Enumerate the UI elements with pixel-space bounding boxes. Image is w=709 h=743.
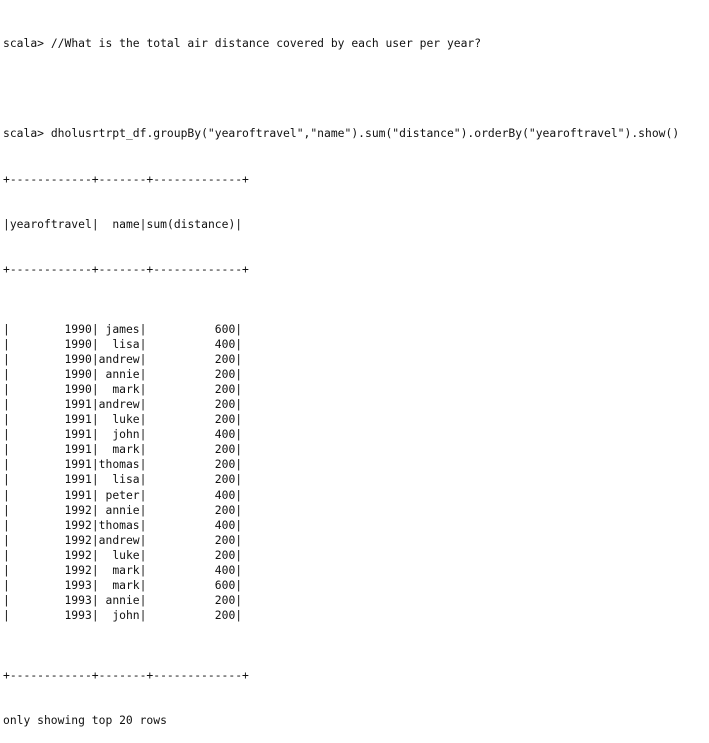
table-row: | 1991| luke| 200| [3,412,243,427]
cell-name: thomas [98,457,140,472]
table-row: | 1990| annie| 200| [3,367,243,382]
table-row: | 1991| lisa| 200| [3,472,243,487]
cell-name: lisa [98,337,140,352]
cell-sum-distance: 400 [146,337,236,352]
cell-sum-distance: 200 [146,352,236,367]
table-row: | 1993| annie| 200| [3,592,243,607]
table-row: | 1990| mark| 200| [3,382,243,397]
header-yearoftravel: yearoftravel [9,216,92,231]
cell-sum-distance: 200 [146,472,236,487]
table-row: | 1991|thomas| 200| [3,457,243,472]
cell-yearoftravel: 1991 [9,397,92,412]
table-row: | 1993| john| 200| [3,607,243,622]
cell-yearoftravel: 1993 [9,607,92,622]
table-row: | 1991| peter| 400| [3,487,243,502]
cell-yearoftravel: 1991 [9,457,92,472]
cell-name: mark [98,562,140,577]
cell-name: mark [98,577,140,592]
table-row: | 1992| luke| 200| [3,547,243,562]
cell-sum-distance: 200 [146,532,236,547]
cell-sum-distance: 600 [146,577,236,592]
table-border-header: +------------+-------+-------------+ [3,261,249,276]
cell-name: mark [98,442,140,457]
table-row: | 1992| mark| 400| [3,562,243,577]
cell-name: luke [98,547,140,562]
cell-name: annie [98,502,140,517]
cell-yearoftravel: 1991 [9,427,92,442]
cell-yearoftravel: 1990 [9,367,92,382]
cell-sum-distance: 400 [146,517,236,532]
cell-sum-distance: 200 [146,412,236,427]
cell-name: annie [98,592,140,607]
cell-sum-distance: 200 [146,457,236,472]
cell-name: peter [98,487,140,502]
cell-name: john [98,607,140,622]
cell-name: john [98,427,140,442]
cell-yearoftravel: 1990 [9,382,92,397]
table-row: | 1991| john| 400| [3,427,243,442]
table-row: | 1990| james| 600| [3,321,243,336]
cell-yearoftravel: 1991 [9,472,92,487]
table-row: | 1990|andrew| 200| [3,352,243,367]
cell-yearoftravel: 1991 [9,442,92,457]
cell-yearoftravel: 1992 [9,517,92,532]
prompt-label: scala> [3,126,44,141]
cell-name: andrew [98,352,140,367]
prompt-label: scala> [3,36,44,51]
comment-command: //What is the total air distance covered… [50,36,482,51]
cell-yearoftravel: 1990 [9,337,92,352]
header-sum-distance: sum(distance) [146,216,236,231]
cell-sum-distance: 400 [146,487,236,502]
cell-name: james [98,321,140,336]
cell-sum-distance: 200 [146,607,236,622]
cell-sum-distance: 200 [146,592,236,607]
cell-name: lisa [98,472,140,487]
cell-yearoftravel: 1990 [9,352,92,367]
cell-name: thomas [98,517,140,532]
terminal-output[interactable]: scala> //What is the total air distance … [3,6,707,743]
header-name-pad [99,217,113,231]
cell-yearoftravel: 1993 [9,592,92,607]
cell-sum-distance: 400 [146,562,236,577]
cell-sum-distance: 200 [146,502,236,517]
cell-sum-distance: 200 [146,547,236,562]
table-row: | 1990| lisa| 400| [3,337,243,352]
table-row: | 1993| mark| 600| [3,577,243,592]
cell-yearoftravel: 1992 [9,532,92,547]
table-border-bottom: +------------+-------+-------------+ [3,668,249,683]
rows-shown-note: only showing top 20 rows [3,713,167,728]
query-command: dholusrtrpt_df.groupBy("yearoftravel","n… [50,126,680,141]
table-row: | 1992|thomas| 400| [3,517,243,532]
cell-sum-distance: 600 [146,321,236,336]
table-body: | 1990| james| 600| | 1990| lisa| 400| | 1… [3,322,707,623]
cell-sum-distance: 200 [146,397,236,412]
cell-sum-distance: 200 [146,382,236,397]
cell-yearoftravel: 1992 [9,562,92,577]
comment-command-line: scala> //What is the total air distance … [3,36,707,51]
cell-name: mark [98,382,140,397]
table-row: | 1991| mark| 200| [3,442,243,457]
cell-yearoftravel: 1992 [9,502,92,517]
cell-name: luke [98,412,140,427]
cell-sum-distance: 200 [146,367,236,382]
query-command-line: scala> dholusrtrpt_df.groupBy("yearoftra… [3,126,707,141]
cell-yearoftravel: 1990 [9,321,92,336]
cell-sum-distance: 200 [146,442,236,457]
cell-sum-distance: 400 [146,427,236,442]
cell-yearoftravel: 1991 [9,412,92,427]
table-row: | 1991|andrew| 200| [3,397,243,412]
table-border-top: +------------+-------+-------------+ [3,171,249,186]
cell-yearoftravel: 1992 [9,547,92,562]
cell-yearoftravel: 1993 [9,577,92,592]
table-row: | 1992|andrew| 200| [3,532,243,547]
cell-name: andrew [98,532,140,547]
cell-name: annie [98,367,140,382]
cell-yearoftravel: 1991 [9,487,92,502]
table-header-row: |yearoftravel| name|sum(distance)| [3,216,243,231]
cell-name: andrew [98,397,140,412]
header-name: name [112,216,140,231]
table-row: | 1992| annie| 200| [3,502,243,517]
